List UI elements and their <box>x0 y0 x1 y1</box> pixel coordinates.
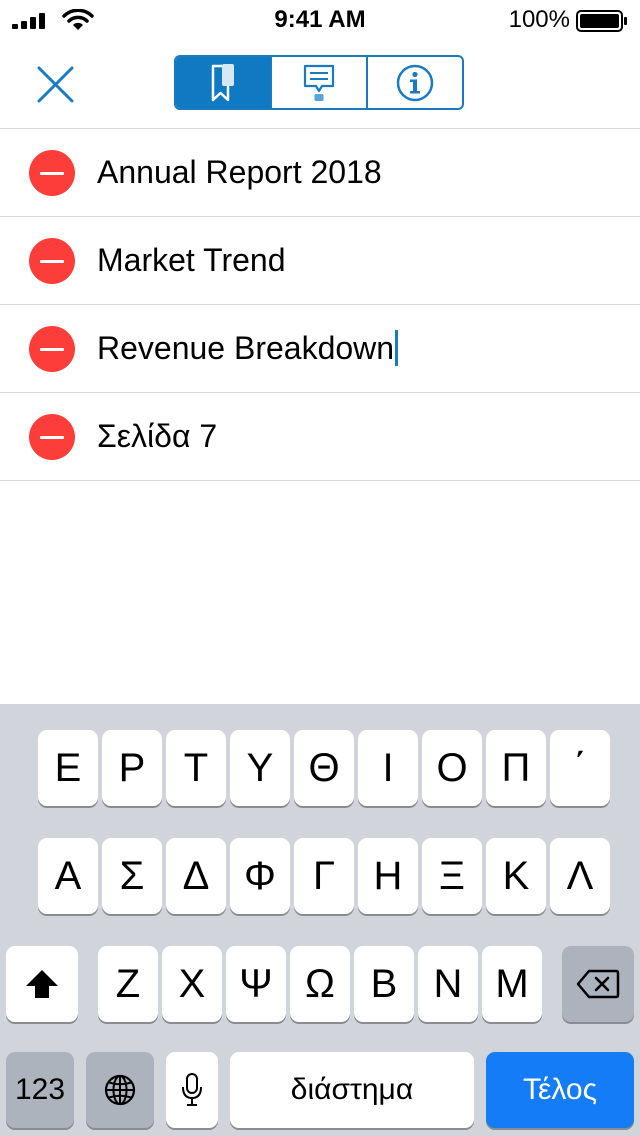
key-omicron[interactable]: Ο <box>422 730 482 806</box>
key-phi[interactable]: Φ <box>230 838 290 914</box>
key-lambda[interactable]: Λ <box>550 838 610 914</box>
key-tonos[interactable]: ΄ <box>550 730 610 806</box>
key-beta[interactable]: Β <box>354 946 414 1022</box>
bookmark-list: Annual Report 2018 Market Trend Revenue … <box>0 129 640 481</box>
delete-button[interactable] <box>29 326 75 372</box>
key-kappa[interactable]: Κ <box>486 838 546 914</box>
minus-icon <box>40 435 64 439</box>
close-button[interactable] <box>30 60 80 108</box>
toolbar <box>0 40 640 129</box>
globe-icon <box>104 1074 136 1106</box>
shift-key[interactable] <box>6 946 78 1022</box>
key-delta[interactable]: Δ <box>166 838 226 914</box>
key-chi[interactable]: Χ <box>162 946 222 1022</box>
info-icon <box>396 64 434 101</box>
key-mu[interactable]: Μ <box>482 946 542 1022</box>
key-nu[interactable]: Ν <box>418 946 478 1022</box>
bookmark-row: Revenue Breakdown <box>0 305 640 393</box>
close-x-icon <box>37 66 74 103</box>
battery-icon <box>576 10 627 32</box>
minus-icon <box>40 259 64 263</box>
bookmark-title[interactable]: Annual Report 2018 <box>97 153 382 191</box>
bookmark-title[interactable]: Σελίδα 7 <box>97 417 217 455</box>
key-theta[interactable]: Θ <box>294 730 354 806</box>
key-iota[interactable]: Ι <box>358 730 418 806</box>
minus-icon <box>40 347 64 351</box>
key-omega[interactable]: Ω <box>290 946 350 1022</box>
bookmark-row: Σελίδα 7 <box>0 393 640 481</box>
key-pi[interactable]: Π <box>486 730 546 806</box>
comment-icon <box>303 64 335 101</box>
globe-key[interactable] <box>86 1052 154 1128</box>
key-gamma[interactable]: Γ <box>294 838 354 914</box>
key-psi[interactable]: Ψ <box>226 946 286 1022</box>
bookmark-icon <box>211 63 234 101</box>
delete-button[interactable] <box>29 150 75 196</box>
bookmark-title-input[interactable]: Revenue Breakdown <box>97 329 399 367</box>
greek-keyboard: Ε Ρ Τ Υ Θ Ι Ο Π ΄ Α Σ Δ Φ Γ Η Ξ Κ Λ Ζ Χ … <box>0 704 640 1136</box>
tab-info[interactable] <box>368 57 462 108</box>
view-segmented-control <box>174 55 464 110</box>
key-alpha[interactable]: Α <box>38 838 98 914</box>
numbers-key[interactable]: 123 <box>6 1052 74 1128</box>
key-tau[interactable]: Τ <box>166 730 226 806</box>
status-bar: 9:41 AM 100% <box>0 0 640 40</box>
key-eta[interactable]: Η <box>358 838 418 914</box>
key-xi[interactable]: Ξ <box>422 838 482 914</box>
backspace-key[interactable] <box>562 946 634 1022</box>
key-upsilon[interactable]: Υ <box>230 730 290 806</box>
microphone-icon <box>182 1073 202 1106</box>
space-key[interactable]: διάστημα <box>230 1052 474 1128</box>
delete-button[interactable] <box>29 238 75 284</box>
bookmark-title-text: Revenue Breakdown <box>97 330 395 366</box>
delete-button[interactable] <box>29 414 75 460</box>
key-rho[interactable]: Ρ <box>102 730 162 806</box>
text-cursor <box>395 330 399 366</box>
battery-percentage: 100% <box>508 6 570 33</box>
bookmark-row: Annual Report 2018 <box>0 129 640 217</box>
key-sigma[interactable]: Σ <box>102 838 162 914</box>
tab-bookmarks[interactable] <box>176 57 272 108</box>
key-zeta[interactable]: Ζ <box>98 946 158 1022</box>
tab-comments[interactable] <box>272 57 368 108</box>
shift-arrow-icon <box>26 970 58 998</box>
done-key[interactable]: Τέλος <box>486 1052 634 1128</box>
bookmark-title[interactable]: Market Trend <box>97 241 286 279</box>
minus-icon <box>40 171 64 175</box>
backspace-icon <box>576 969 620 999</box>
bookmark-row: Market Trend <box>0 217 640 305</box>
dictation-key[interactable] <box>166 1052 218 1128</box>
key-epsilon[interactable]: Ε <box>38 730 98 806</box>
